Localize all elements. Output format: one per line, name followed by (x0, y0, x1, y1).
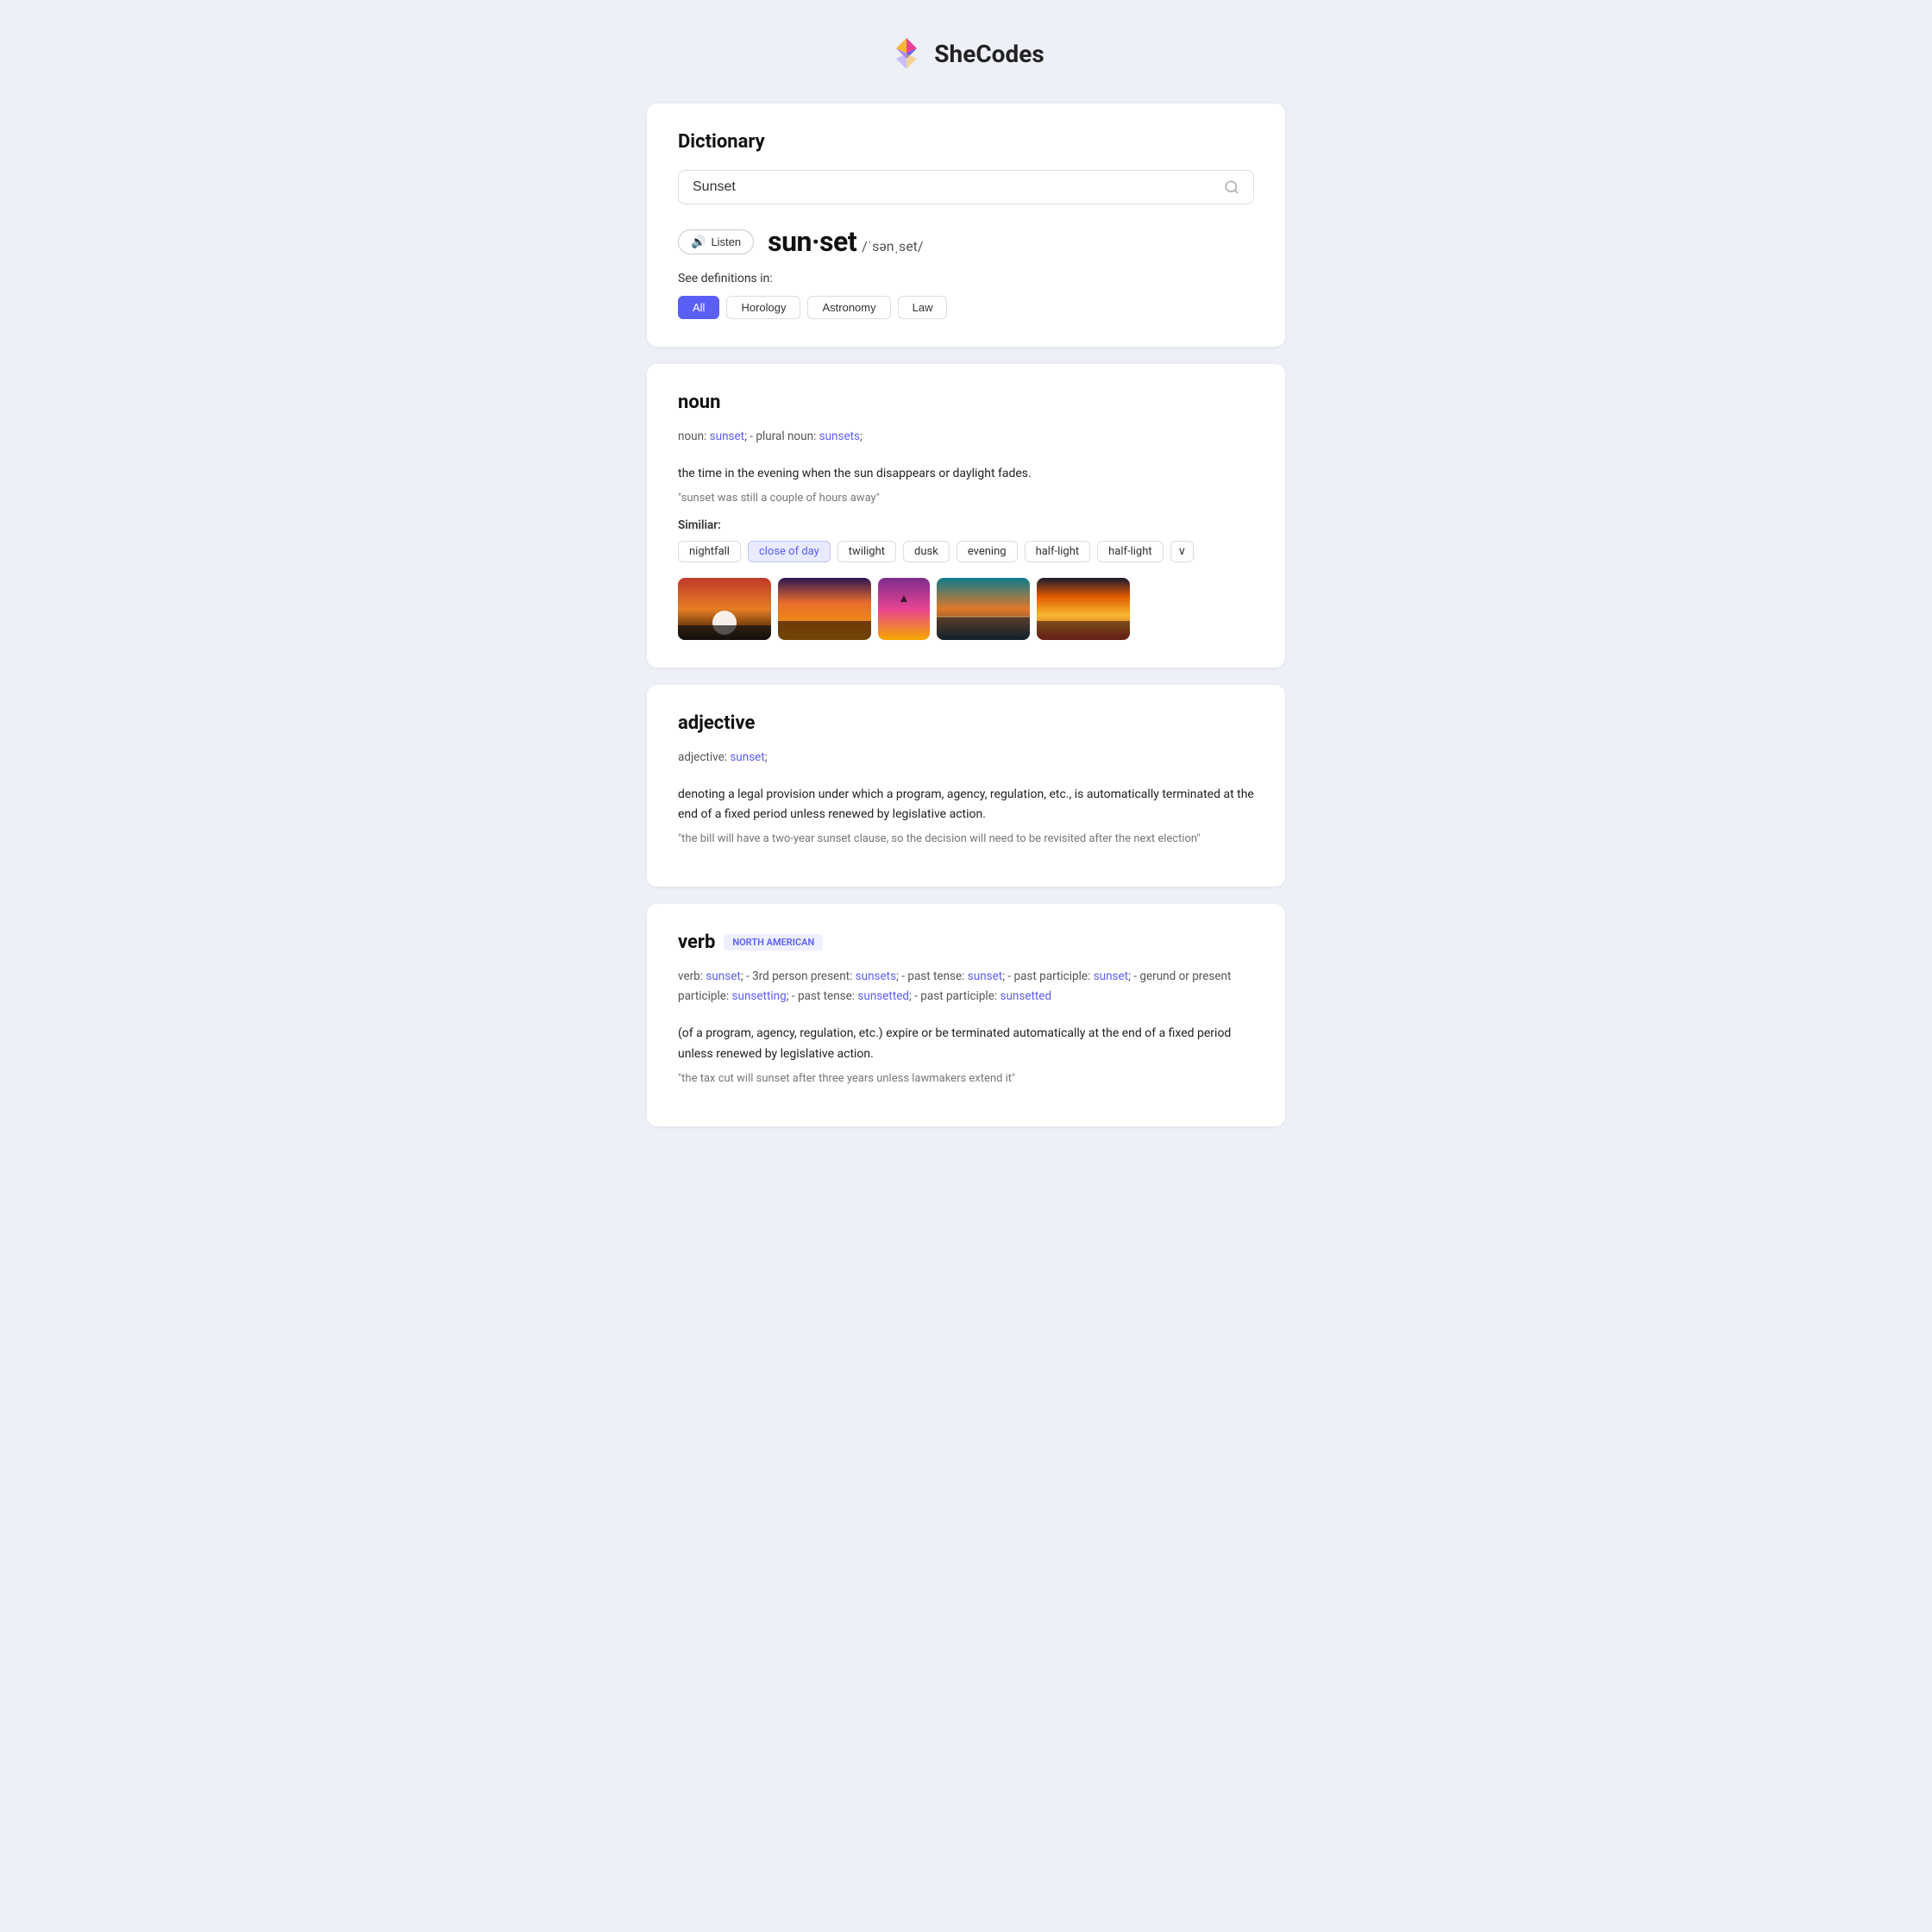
tab-law[interactable]: Law (898, 296, 948, 319)
search-button[interactable] (1224, 179, 1239, 195)
main-container: Dictionary 🔊 Listen sun·set /ˈsənˌset/ S… (647, 104, 1285, 1126)
tag-close-of-day[interactable]: close of day (748, 541, 831, 562)
verb-card: verb NORTH AMERICAN verb: sunset; - 3rd … (647, 904, 1285, 1126)
similiar-label: Similiar: (678, 518, 1254, 532)
adjective-example: "the bill will have a two-year sunset cl… (678, 832, 1254, 845)
verb-form-link-6[interactable]: sunsetted (857, 989, 909, 1003)
tag-evening[interactable]: evening (957, 541, 1018, 562)
pos-adjective: adjective (678, 712, 1254, 734)
noun-definition: the time in the evening when the sun dis… (678, 464, 1254, 485)
word-display: sun·set (768, 225, 856, 258)
noun-example: "sunset was still a couple of hours away… (678, 492, 1254, 505)
sunset-image-2 (778, 578, 871, 640)
verb-example: "the tax cut will sunset after three yea… (678, 1072, 1254, 1085)
pos-noun: noun (678, 392, 1254, 413)
search-input[interactable] (693, 179, 1224, 195)
logo-text: SheCodes (934, 40, 1044, 68)
verb-form-link-2[interactable]: sunsets (856, 969, 896, 983)
verb-forms: verb: sunset; - 3rd person present: suns… (678, 967, 1254, 1007)
verb-badge: NORTH AMERICAN (724, 934, 823, 950)
word-row: 🔊 Listen sun·set /ˈsənˌset/ (678, 225, 1254, 258)
tag-nightfall[interactable]: nightfall (678, 541, 741, 562)
search-box (678, 170, 1254, 204)
tag-dusk[interactable]: dusk (903, 541, 950, 562)
pos-verb: verb (678, 932, 715, 953)
noun-forms: noun: sunset; - plural noun: sunsets; (678, 427, 1254, 447)
adjective-definition: denoting a legal provision under which a… (678, 785, 1254, 826)
verb-form-link-4[interactable]: sunset (1094, 969, 1128, 983)
tag-half-light-1[interactable]: half-light (1025, 541, 1091, 562)
definition-tabs: All Horology Astronomy Law (678, 296, 1254, 319)
header: SheCodes (17, 34, 1915, 72)
phonetic: /ˈsənˌset/ (862, 238, 923, 255)
tab-horology[interactable]: Horology (726, 296, 800, 319)
sunset-image-3 (878, 578, 930, 640)
see-definitions-label: See definitions in: (678, 272, 1254, 285)
noun-card: noun noun: sunset; - plural noun: sunset… (647, 364, 1285, 668)
adjective-form-link[interactable]: sunset (730, 750, 764, 764)
listen-button[interactable]: 🔊 Listen (678, 229, 754, 254)
verb-form-link-7[interactable]: sunsetted (1000, 989, 1051, 1003)
tag-twilight[interactable]: twilight (837, 541, 896, 562)
tag-half-light-2[interactable]: half-light (1097, 541, 1164, 562)
tag-more-button[interactable]: ∨ (1170, 541, 1195, 562)
noun-form-link-2[interactable]: sunsets (819, 430, 860, 443)
verb-definition: (of a program, agency, regulation, etc.)… (678, 1024, 1254, 1065)
verb-form-link-5[interactable]: sunsetting (732, 989, 787, 1003)
logo-icon (888, 34, 925, 72)
similiar-tags: nightfall close of day twilight dusk eve… (678, 541, 1254, 562)
sunset-image-4 (937, 578, 1030, 640)
sunset-images (678, 578, 1254, 640)
sunset-image-1 (678, 578, 771, 640)
speaker-icon: 🔊 (691, 235, 706, 249)
sunset-image-5 (1037, 578, 1130, 640)
listen-label: Listen (711, 235, 741, 248)
verb-form-link-3[interactable]: sunset (968, 969, 1002, 983)
tab-astronomy[interactable]: Astronomy (807, 296, 890, 319)
tab-all[interactable]: All (678, 296, 719, 319)
adjective-forms: adjective: sunset; (678, 748, 1254, 768)
adjective-card: adjective adjective: sunset; denoting a … (647, 685, 1285, 888)
noun-form-link-1[interactable]: sunset (710, 430, 744, 443)
verb-form-link-1[interactable]: sunset (706, 969, 740, 983)
dictionary-card: Dictionary 🔊 Listen sun·set /ˈsənˌset/ S… (647, 104, 1285, 347)
dictionary-title: Dictionary (678, 131, 1254, 153)
